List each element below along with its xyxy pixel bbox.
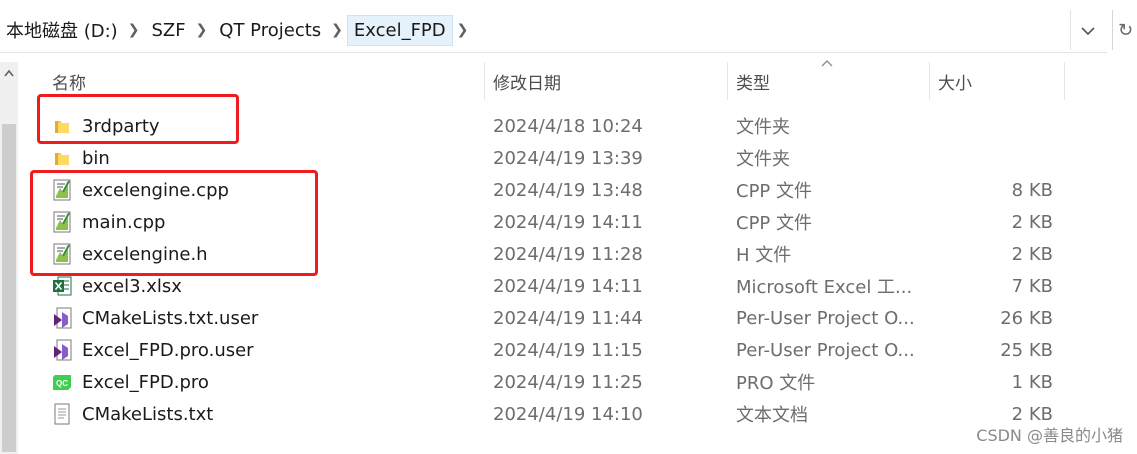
file-size: 2 KB	[1011, 211, 1053, 233]
breadcrumb-item-qt-projects[interactable]: QT Projects	[211, 20, 327, 41]
scroll-thumb[interactable]	[2, 124, 16, 452]
file-modified-date: 2024/4/19 13:39	[493, 147, 643, 169]
file-name[interactable]: Excel_FPD.pro	[82, 366, 209, 398]
chevron-down-icon	[1081, 27, 1095, 36]
address-bar[interactable]: 本地磁盘 (D:) ❯ SZF ❯ QT Projects ❯ Excel_FP…	[0, 10, 1107, 53]
column-header-size[interactable]: 大小	[938, 62, 972, 100]
file-size: 25 KB	[1000, 339, 1053, 361]
file-modified-date: 2024/4/19 13:48	[493, 179, 643, 201]
file-type: 文件夹	[736, 149, 790, 170]
file-row[interactable]: CMakeLists.txt 2024/4/19 14:10 文本文档 2 KB	[46, 398, 1066, 430]
file-name[interactable]: Excel_FPD.pro.user	[82, 334, 254, 366]
file-modified-date: 2024/4/19 11:28	[493, 243, 643, 265]
file-modified-date: 2024/4/19 11:15	[493, 339, 643, 361]
qt-project-icon: QC	[50, 366, 74, 398]
file-modified-date: 2024/4/19 11:44	[493, 307, 643, 329]
file-type: 文本文档	[736, 405, 808, 426]
refresh-icon: ↻	[1117, 19, 1134, 41]
breadcrumb-item-current[interactable]: Excel_FPD	[346, 14, 453, 46]
visual-studio-icon	[50, 334, 74, 366]
vertical-scrollbar[interactable]	[0, 62, 18, 454]
file-row[interactable]: Excel_FPD.pro.user 2024/4/19 11:15 Per-Use…	[46, 334, 1066, 366]
file-size: 8 KB	[1011, 179, 1053, 201]
column-divider[interactable]	[727, 62, 728, 100]
breadcrumb: 本地磁盘 (D:) ❯ SZF ❯ QT Projects ❯ Excel_FP…	[0, 10, 1071, 50]
column-divider[interactable]	[484, 62, 485, 100]
file-modified-date: 2024/4/19 14:11	[493, 275, 643, 297]
address-history-dropdown[interactable]	[1074, 18, 1102, 44]
chevron-right-icon[interactable]: ❯	[453, 22, 473, 38]
refresh-button[interactable]: ↻	[1112, 10, 1137, 50]
file-size: 26 KB	[1000, 307, 1053, 329]
chevron-right-icon[interactable]: ❯	[124, 22, 144, 38]
file-size: 7 KB	[1011, 275, 1053, 297]
file-row[interactable]: QC Excel_FPD.pro 2024/4/19 11:25 PRO 文件 1 KB	[46, 366, 1066, 398]
column-header-date[interactable]: 修改日期	[493, 62, 561, 100]
highlight-box-source-files	[30, 170, 318, 276]
file-size: 1 KB	[1011, 371, 1053, 393]
file-type: H 文件	[736, 245, 792, 266]
text-file-icon	[50, 398, 74, 430]
sort-ascending-icon	[821, 60, 833, 67]
column-divider[interactable]	[1064, 62, 1065, 100]
breadcrumb-item-drive[interactable]: 本地磁盘 (D:)	[0, 17, 124, 43]
breadcrumb-item-szf[interactable]: SZF	[143, 20, 191, 41]
file-size	[876, 142, 1053, 174]
column-header-type[interactable]: 类型	[736, 62, 770, 100]
scroll-up-button[interactable]	[0, 62, 18, 84]
file-type: 文件夹	[736, 117, 790, 138]
highlight-box-folder	[37, 94, 239, 144]
file-size	[876, 110, 1053, 142]
visual-studio-icon	[50, 302, 74, 334]
file-name[interactable]: CMakeLists.txt.user	[82, 302, 258, 334]
file-row[interactable]: CMakeLists.txt.user 2024/4/19 11:44 Per-Us…	[46, 302, 1066, 334]
file-type: PRO 文件	[736, 373, 816, 394]
file-name[interactable]: CMakeLists.txt	[82, 398, 213, 430]
chevron-up-icon	[4, 69, 14, 77]
file-size: 2 KB	[1011, 243, 1053, 265]
file-modified-date: 2024/4/19 14:10	[493, 403, 643, 425]
chevron-right-icon[interactable]: ❯	[192, 22, 212, 38]
file-modified-date: 2024/4/18 10:24	[493, 115, 643, 137]
file-modified-date: 2024/4/19 11:25	[493, 371, 643, 393]
column-divider[interactable]	[929, 62, 930, 100]
svg-text:QC: QC	[56, 379, 68, 388]
file-type: CPP 文件	[736, 213, 812, 234]
watermark: CSDN @善良的小猪	[976, 426, 1123, 445]
file-type: CPP 文件	[736, 181, 812, 202]
file-modified-date: 2024/4/19 14:11	[493, 211, 643, 233]
chevron-right-icon[interactable]: ❯	[327, 22, 347, 38]
